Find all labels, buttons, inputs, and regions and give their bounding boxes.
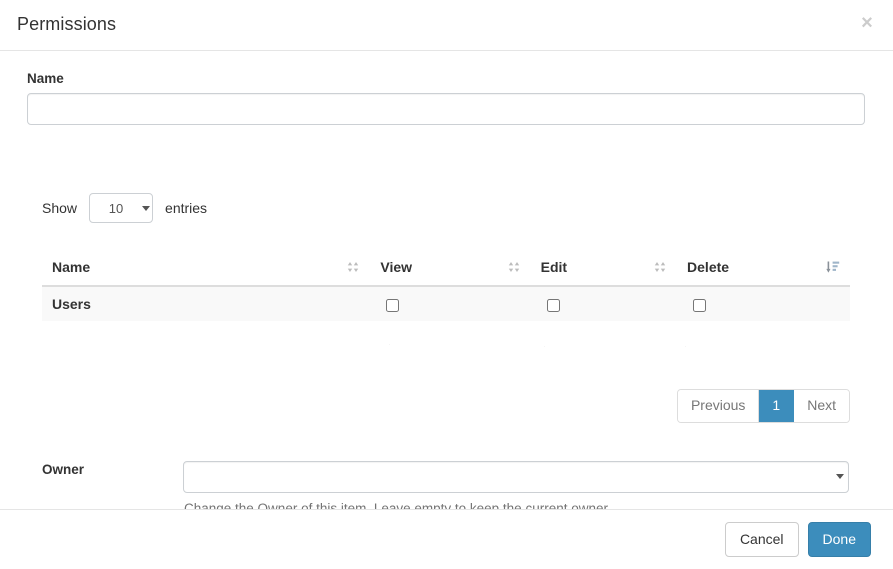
edit-checkbox[interactable]: [547, 299, 560, 312]
row-view-cell: [370, 286, 530, 321]
pagination-page-1[interactable]: 1: [759, 390, 794, 422]
name-label: Name: [27, 71, 64, 86]
entries-select-wrapper[interactable]: 10: [83, 193, 159, 223]
close-icon[interactable]: ×: [856, 12, 878, 34]
row-name-cell: Users: [42, 286, 370, 321]
owner-select[interactable]: [183, 461, 849, 493]
column-header-view-label: View: [380, 259, 412, 275]
entries-length-control: Show 10 entries: [42, 193, 207, 223]
column-header-name[interactable]: Name: [42, 251, 370, 286]
permissions-table: Name View: [42, 251, 850, 321]
table-row: Users: [42, 286, 850, 321]
done-button[interactable]: Done: [808, 522, 871, 558]
entries-label: entries: [165, 193, 207, 223]
row-delete-cell: [677, 286, 850, 321]
pagination-next[interactable]: Next: [794, 390, 849, 422]
modal-footer: Cancel Done: [0, 509, 893, 569]
row-edit-cell: [531, 286, 677, 321]
column-header-edit[interactable]: Edit: [531, 251, 677, 286]
owner-label: Owner: [42, 462, 84, 477]
pagination: Previous 1 Next: [677, 389, 850, 423]
pagination-previous[interactable]: Previous: [678, 390, 759, 422]
column-header-delete-label: Delete: [687, 259, 729, 275]
column-header-view[interactable]: View: [370, 251, 530, 286]
name-input[interactable]: [27, 93, 865, 125]
render-artifact: ·: [684, 342, 687, 351]
entries-select[interactable]: 10: [89, 193, 153, 223]
column-header-edit-label: Edit: [541, 259, 567, 275]
render-artifact: ·: [543, 342, 546, 351]
sort-icon: [653, 260, 667, 274]
cancel-button[interactable]: Cancel: [725, 522, 799, 558]
sort-amount-desc-icon: [826, 260, 840, 274]
owner-help-text: Change the Owner of this item. Leave emp…: [184, 501, 611, 509]
sort-icon: [507, 260, 521, 274]
view-checkbox[interactable]: [386, 299, 399, 312]
column-header-delete[interactable]: Delete: [677, 251, 850, 286]
delete-checkbox[interactable]: [693, 299, 706, 312]
table-header-row: Name View: [42, 251, 850, 286]
permissions-modal: Permissions × Name Show 10 entries Name: [0, 0, 893, 569]
column-header-name-label: Name: [52, 259, 90, 275]
page-title: Permissions: [17, 12, 116, 38]
render-artifact: ·: [388, 340, 391, 349]
table-body: Users: [42, 286, 850, 321]
show-label: Show: [42, 193, 77, 223]
modal-header: Permissions ×: [0, 0, 893, 51]
sort-icon: [346, 260, 360, 274]
modal-body: Name Show 10 entries Name: [0, 51, 893, 509]
table-head: Name View: [42, 251, 850, 286]
